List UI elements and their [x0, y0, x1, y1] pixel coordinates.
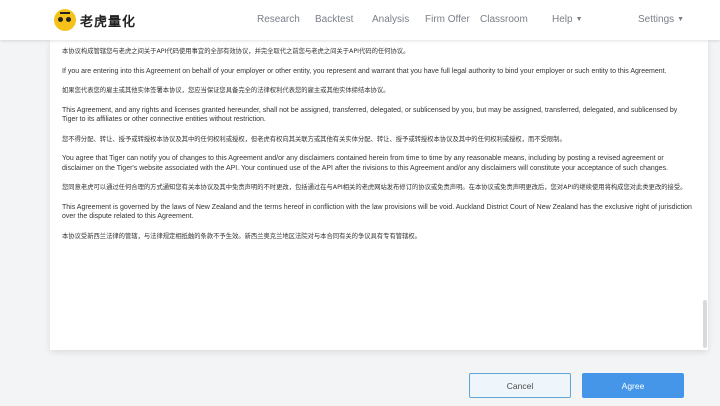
agreement-paragraph: 您不得分配、转让、授予或转授权本协议及其中的任何权利或授权，但老虎有权向其关联方…	[62, 135, 566, 143]
agreement-paragraph: 本协议受新西兰法律的管辖，与法律规定相抵触的条款不予生效。新西兰奥克兰地区法院对…	[62, 232, 421, 240]
nav-analysis[interactable]: Analysis	[372, 0, 409, 40]
nav-research[interactable]: Research	[257, 0, 300, 40]
nav-help-dropdown[interactable]: Help ▼	[552, 0, 583, 40]
nav-backtest[interactable]: Backtest	[315, 0, 353, 40]
agreement-panel[interactable]: 本协议构成管辖您与老虎之间关于API代码使用事宜的全部有效协议，并完全取代之前您…	[50, 40, 708, 350]
caret-down-icon: ▼	[575, 16, 583, 23]
scrollbar-thumb[interactable]	[703, 300, 707, 348]
top-navigation-bar: 老虎量化 Research Backtest Analysis Firm Off…	[0, 0, 720, 40]
caret-down-icon: ▼	[677, 16, 685, 23]
agree-button[interactable]: Agree	[582, 373, 684, 398]
agreement-paragraph: This Agreement is governed by the laws o…	[62, 203, 692, 221]
nav-classroom[interactable]: Classroom	[480, 0, 528, 40]
agreement-paragraph: 本协议构成管辖您与老虎之间关于API代码使用事宜的全部有效协议，并完全取代之前您…	[62, 48, 410, 55]
nav-settings-label: Settings	[638, 14, 675, 25]
agreement-paragraph: This Agreement, and any rights and licen…	[62, 106, 678, 124]
agreement-paragraph: If you are entering into this Agreement …	[62, 67, 667, 75]
agreement-paragraph: You agree that Tiger can notify you of c…	[62, 155, 668, 172]
nav-firm-offer[interactable]: Firm Offer	[425, 0, 470, 40]
logo-text: 老虎量化	[80, 14, 137, 30]
nav-help-label: Help	[552, 14, 573, 25]
nav-settings-dropdown[interactable]: Settings ▼	[638, 0, 684, 40]
agreement-paragraph: 如果您代表您的雇主或其他实体签署本协议，您应当保证您具备完全的法律权利代表您的雇…	[62, 87, 390, 94]
tiger-face-icon	[54, 9, 76, 31]
logo[interactable]: 老虎量化	[54, 8, 136, 32]
agreement-text: 本协议构成管辖您与老虎之间关于API代码使用事宜的全部有效协议，并完全取代之前您…	[50, 40, 708, 241]
cancel-button[interactable]: Cancel	[469, 373, 571, 398]
agreement-paragraph: 您同意老虎可以通过任何合理的方式通知您有关本协议及其中免责声明的不时更改，包括通…	[62, 184, 687, 191]
